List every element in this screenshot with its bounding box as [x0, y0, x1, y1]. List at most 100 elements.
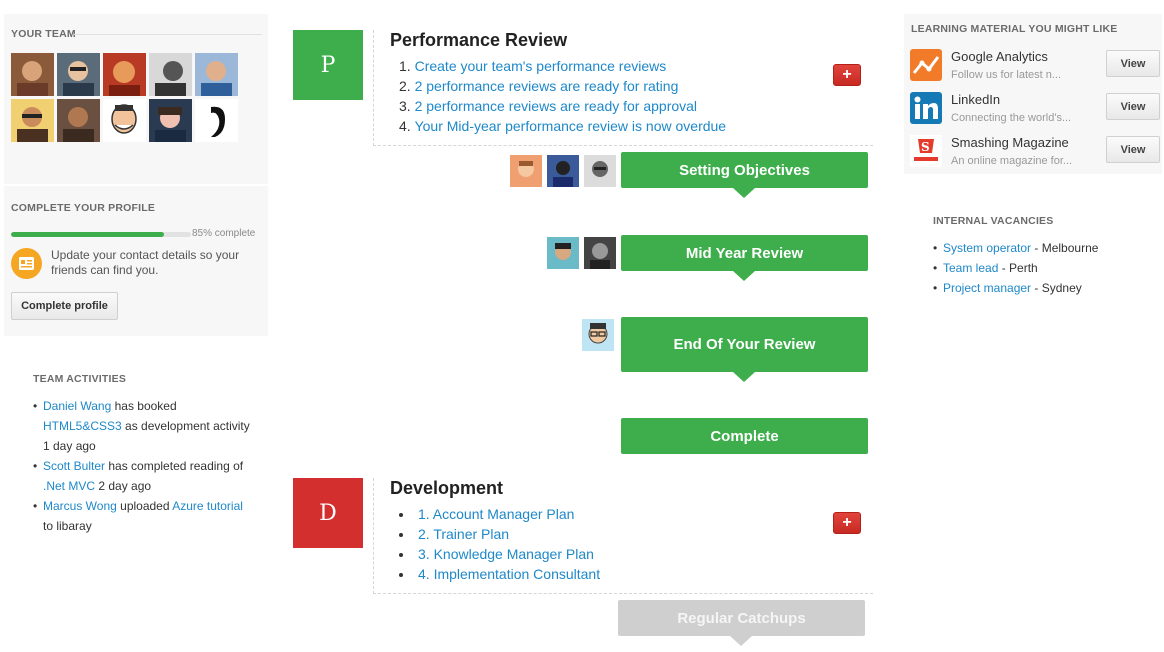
- list-item: 4. Implementation Consultant: [396, 564, 600, 584]
- plus-icon: +: [842, 514, 852, 531]
- avatar[interactable]: [547, 155, 579, 187]
- learning-item-name: Smashing Magazine: [951, 135, 1069, 150]
- avatar[interactable]: [195, 53, 238, 96]
- activity-text: to libaray: [43, 519, 92, 533]
- vacancy-location: - Melbourne: [1031, 241, 1099, 255]
- activity-object-link[interactable]: .Net MVC: [43, 479, 95, 493]
- learning-item-name: LinkedIn: [951, 92, 1001, 107]
- performance-item-link[interactable]: 2 performance reviews are ready for rati…: [415, 78, 679, 94]
- vacancy-role-link[interactable]: Project manager: [943, 281, 1031, 295]
- avatar[interactable]: [195, 99, 238, 142]
- google-analytics-icon: [910, 49, 942, 81]
- stage-end-of-your-review[interactable]: End Of Your Review: [621, 317, 868, 382]
- activity-text: 2 day ago: [95, 479, 152, 493]
- view-button[interactable]: View: [1106, 93, 1160, 120]
- learning-item-linkedin: LinkedIn Connecting the world's... View: [910, 92, 1160, 132]
- activity-actor-link[interactable]: Scott Bulter: [43, 459, 105, 473]
- internal-vacancies-title: INTERNAL VACANCIES: [933, 215, 1054, 227]
- your-team-title: YOUR TEAM: [11, 28, 76, 40]
- team-activities: TEAM ACTIVITIES Daniel Wang has booked H…: [33, 373, 268, 536]
- vacancy-location: - Sydney: [1031, 281, 1082, 295]
- view-button[interactable]: View: [1106, 50, 1160, 77]
- list-item: Daniel Wang has booked HTML5&CSS3 as dev…: [33, 396, 268, 456]
- performance-letter-badge: P: [293, 30, 363, 100]
- development-plan-link[interactable]: 4. Implementation Consultant: [418, 566, 600, 582]
- avatar[interactable]: [57, 99, 100, 142]
- development-card: Development 1. Account Manager Plan 2. T…: [373, 478, 873, 594]
- list-item: 3. Knowledge Manager Plan: [396, 544, 600, 564]
- activity-actor-link[interactable]: Marcus Wong: [43, 499, 117, 513]
- list-item: Team lead - Perth: [933, 258, 1161, 278]
- activity-text: has booked: [111, 399, 177, 413]
- your-team-panel: YOUR TEAM: [4, 14, 268, 184]
- avatar[interactable]: [510, 155, 542, 187]
- performance-item-link[interactable]: 2 performance reviews are ready for appr…: [415, 98, 697, 114]
- list-item: Your Mid-year performance review is now …: [396, 116, 727, 136]
- avatar[interactable]: [547, 237, 579, 269]
- activity-object-link[interactable]: Azure tutorial: [172, 499, 243, 513]
- vacancy-location: - Perth: [998, 261, 1038, 275]
- activity-text: as development activity: [121, 419, 250, 433]
- profile-progress-fill: [11, 232, 164, 237]
- stage-setting-objectives[interactable]: Setting Objectives: [621, 152, 868, 198]
- avatar[interactable]: [57, 53, 100, 96]
- stage-regular-catchups[interactable]: Regular Catchups: [618, 600, 865, 646]
- learning-item-smashing-magazine: S Smashing Magazine An online magazine f…: [910, 135, 1160, 175]
- complete-profile-title: COMPLETE YOUR PROFILE: [11, 202, 156, 214]
- activity-actor-link[interactable]: Daniel Wang: [43, 399, 111, 413]
- list-item: 2 performance reviews are ready for rati…: [396, 76, 726, 96]
- avatar[interactable]: [11, 99, 54, 142]
- development-plan-link[interactable]: 3. Knowledge Manager Plan: [418, 546, 594, 562]
- learning-item-desc: An online magazine for...: [951, 155, 1073, 167]
- svg-text:S: S: [921, 140, 930, 154]
- development-plan-link[interactable]: 2. Trainer Plan: [418, 526, 509, 542]
- development-plan-link[interactable]: 1. Account Manager Plan: [418, 506, 574, 522]
- view-button[interactable]: View: [1106, 136, 1160, 163]
- add-development-button[interactable]: +: [833, 512, 861, 534]
- activity-object-link[interactable]: HTML5&CSS3: [43, 419, 122, 433]
- vacancy-role-link[interactable]: System operator: [943, 241, 1031, 255]
- activity-list: Daniel Wang has booked HTML5&CSS3 as dev…: [33, 396, 268, 536]
- performance-review-title: Performance Review: [390, 30, 568, 50]
- avatar[interactable]: [103, 53, 146, 96]
- avatar[interactable]: [582, 319, 614, 351]
- learning-item-name: Google Analytics: [951, 49, 1048, 64]
- add-performance-button[interactable]: +: [833, 64, 861, 86]
- avatar[interactable]: [149, 53, 192, 96]
- learning-material-title: LEARNING MATERIAL YOU MIGHT LIKE: [911, 23, 1118, 35]
- profile-progress-label: 85% complete: [192, 228, 256, 239]
- list-item: Marcus Wong uploaded Azure tutorial to l…: [33, 496, 268, 536]
- linkedin-icon: [910, 92, 942, 124]
- plus-icon: +: [842, 66, 852, 83]
- team-avatars: [11, 53, 251, 142]
- vacancy-role-link[interactable]: Team lead: [943, 261, 998, 275]
- divider: [74, 34, 262, 35]
- development-list: 1. Account Manager Plan 2. Trainer Plan …: [396, 504, 600, 584]
- stage-complete[interactable]: Complete: [621, 418, 868, 454]
- avatar[interactable]: [584, 237, 616, 269]
- list-item: 2 performance reviews are ready for appr…: [396, 96, 726, 116]
- avatar[interactable]: [11, 53, 54, 96]
- avatar[interactable]: [149, 99, 192, 142]
- team-activities-title: TEAM ACTIVITIES: [33, 373, 127, 385]
- avatar[interactable]: [584, 155, 616, 187]
- performance-item-link[interactable]: Your Mid-year performance review is now …: [415, 118, 727, 134]
- list-item: 1. Account Manager Plan: [396, 504, 600, 524]
- stage-mid-year-review[interactable]: Mid Year Review: [621, 235, 868, 281]
- activity-time: 1 day ago: [43, 439, 96, 453]
- performance-review-card: Performance Review Create your team's pe…: [373, 30, 873, 146]
- activity-text: uploaded: [116, 499, 173, 513]
- complete-profile-button[interactable]: Complete profile: [11, 292, 118, 320]
- performance-item-link[interactable]: Create your team's performance reviews: [415, 58, 667, 74]
- internal-vacancies: INTERNAL VACANCIES System operator - Mel…: [933, 215, 1161, 298]
- list-item: 2. Trainer Plan: [396, 524, 600, 544]
- vacancy-list: System operator - Melbourne Team lead - …: [933, 238, 1161, 298]
- list-item: Project manager - Sydney: [933, 278, 1161, 298]
- avatar[interactable]: [103, 99, 146, 142]
- learning-item-google-analytics: Google Analytics Follow us for latest n.…: [910, 49, 1160, 89]
- development-letter-badge: D: [293, 478, 363, 548]
- list-item: System operator - Melbourne: [933, 238, 1161, 258]
- learning-item-desc: Follow us for latest n...: [951, 69, 1062, 81]
- learning-material-panel: LEARNING MATERIAL YOU MIGHT LIKE Google …: [904, 14, 1162, 174]
- complete-profile-panel: COMPLETE YOUR PROFILE 85% complete Updat…: [4, 186, 268, 336]
